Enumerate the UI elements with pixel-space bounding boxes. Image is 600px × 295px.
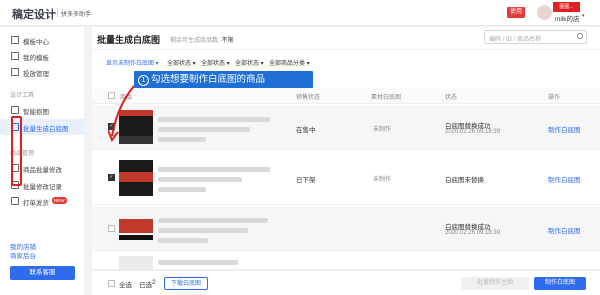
divider: [92, 49, 600, 50]
selection-highlight: [11, 116, 22, 186]
table-row[interactable]: ✓ 已下架 未制作 白底图未替换 制作白底图: [92, 151, 600, 205]
replace-status: 白底图未替换: [445, 177, 484, 184]
filter-label: 全部商品分类: [269, 61, 306, 67]
quota-label: 剩余可生成商品数:: [170, 38, 220, 44]
material-status: 未制作: [373, 177, 392, 183]
search-icon[interactable]: [577, 33, 583, 39]
blurred-title: [158, 137, 206, 142]
bulk-white-bg-button[interactable]: 制作白底图: [534, 277, 586, 290]
download-white-bg-button[interactable]: 下载白底图: [164, 277, 208, 290]
make-white-bg-button[interactable]: 制作白底图: [548, 225, 581, 235]
new-badge: NEW: [52, 197, 67, 204]
filter-status-2[interactable]: 全部状态 ▾: [201, 58, 230, 67]
col-sale-status: 销售状态: [296, 95, 321, 101]
sidebar-item-label: 模板中心: [23, 39, 49, 46]
select-all-label[interactable]: 全选: [119, 279, 132, 289]
chart-icon: [11, 68, 19, 76]
filter-status-1[interactable]: 全部状态 ▾: [167, 58, 196, 67]
bulk-main-image-button[interactable]: 批量制作主图: [461, 277, 529, 290]
sidebar-item-label: 投放管理: [23, 71, 49, 78]
sale-status: 已下架: [296, 177, 316, 184]
col-action: 操作: [548, 95, 561, 101]
divider: [57, 8, 58, 17]
footer-select-all-checkbox[interactable]: [108, 280, 115, 287]
printer-icon: [11, 197, 19, 205]
selected-count: 2: [152, 279, 156, 286]
sidebar-item-label: 批量修改记录: [23, 184, 62, 191]
sidebar-item-shipping[interactable]: 打单发货 NEW: [0, 193, 84, 209]
sale-status: 在售中: [296, 127, 316, 134]
filter-label: 全部状态: [235, 61, 260, 67]
col-material: 素材白底图: [371, 95, 402, 101]
thumb-stripe: [119, 219, 153, 233]
quota-text: 剩余可生成商品数: 不限: [170, 35, 233, 44]
merchant-backend-link[interactable]: 商家后台: [10, 250, 36, 260]
filter-label: 全部状态: [201, 61, 226, 67]
app-logo[interactable]: 稿定设计: [12, 6, 56, 22]
search-placeholder: 编码 / ID / 商品名称: [489, 37, 542, 43]
filter-category[interactable]: 全部商品分类 ▾: [269, 58, 310, 67]
sidebar-item-label: 我的模板: [23, 55, 49, 62]
blurred-title: [158, 127, 250, 132]
material-status: 未制作: [373, 127, 392, 133]
col-status: 状态: [445, 95, 458, 101]
sidebar-item-template-center[interactable]: 模板中心: [0, 32, 84, 48]
contact-support-button[interactable]: 联系客服: [10, 266, 75, 280]
avatar[interactable]: [537, 5, 552, 20]
grid-icon: [11, 36, 19, 44]
sidebar-item-label: 批量生成白底图: [23, 126, 69, 133]
blurred-title: [158, 238, 208, 243]
table-row[interactable]: [92, 252, 600, 270]
sidebar-item-my-templates[interactable]: 我的模板: [0, 48, 84, 64]
filter-status-3[interactable]: 全部状态 ▾: [235, 58, 264, 67]
thumb-stripe: [119, 235, 153, 240]
blurred-title: [158, 117, 270, 122]
sidebar-item-label: 商品批量修改: [23, 167, 62, 174]
quota-value: 不限: [221, 38, 234, 44]
use-button[interactable]: 使用: [507, 7, 525, 18]
blurred-title: [158, 228, 248, 233]
user-badge: 图图...: [553, 2, 580, 12]
blurred-title: [158, 167, 270, 172]
make-white-bg-button[interactable]: 制作白底图: [548, 124, 581, 134]
product-thumbnail: [119, 256, 153, 270]
table-row[interactable]: 白底图替换成功 2020.02.26 09:18:39 制作白底图: [92, 206, 600, 251]
blurred-title: [158, 177, 242, 182]
filter-label: 全部状态: [167, 61, 192, 67]
blurred-title: [158, 218, 268, 223]
blurred-title: [158, 187, 206, 192]
selected-label: 已选: [139, 282, 152, 289]
product-thumbnail: [119, 160, 153, 196]
search-input[interactable]: 编码 / ID / 商品名称: [484, 30, 587, 44]
pointer-arrow-icon: [108, 85, 135, 143]
section-title: 设计工具: [10, 93, 35, 99]
row-checkbox[interactable]: ✓: [108, 174, 115, 181]
sidebar-item-placement[interactable]: 投放管理: [0, 64, 84, 80]
table-header: 商品 销售状态 素材白底图 状态 操作: [92, 88, 600, 104]
chevron-down-icon[interactable]: ▾: [582, 13, 585, 19]
table-row[interactable]: ✓ 在售中 未制作 白底图替换成功 2020.02.26 09:18:39 制作…: [92, 105, 600, 150]
timestamp: 2020.02.26 09:18:39: [445, 129, 501, 135]
app-subtitle: 拼多多助手: [61, 12, 92, 18]
tooltip-text: 勾选想要制作白底图的商品: [151, 74, 266, 85]
user-name[interactable]: milk的店: [555, 13, 580, 23]
bulk-action-bar: 全选 已选 2 下载白底图 批量制作主图 制作白底图: [92, 270, 600, 295]
step-number: 1: [138, 75, 149, 86]
folder-icon: [11, 52, 19, 60]
filter-unmade[interactable]: 显示未制作白底图 ▾: [106, 58, 159, 67]
page-title: 批量生成白底图: [97, 35, 161, 45]
main-panel: 批量生成白底图 剩余可生成商品数: 不限 编码 / ID / 商品名称 显示未制…: [92, 27, 600, 295]
thumb-stripe: [119, 172, 153, 182]
filter-label: 显示未制作白底图: [106, 61, 155, 67]
product-thumbnail: [119, 211, 153, 245]
top-bar: 稿定设计 拼多多助手 使用 图图... milk的店 ▾: [0, 0, 600, 26]
row-checkbox[interactable]: [108, 225, 115, 232]
sidebar-item-label: 智能抠图: [23, 109, 49, 116]
sidebar-item-label: 打单发货: [23, 200, 49, 207]
timestamp: 2020.02.26 09:18:39: [445, 230, 501, 236]
blurred-title: [158, 260, 238, 265]
make-white-bg-button[interactable]: 制作白底图: [548, 174, 581, 184]
scissors-icon: [11, 106, 19, 114]
step-tooltip: 1 勾选想要制作白底图的商品: [134, 71, 313, 88]
